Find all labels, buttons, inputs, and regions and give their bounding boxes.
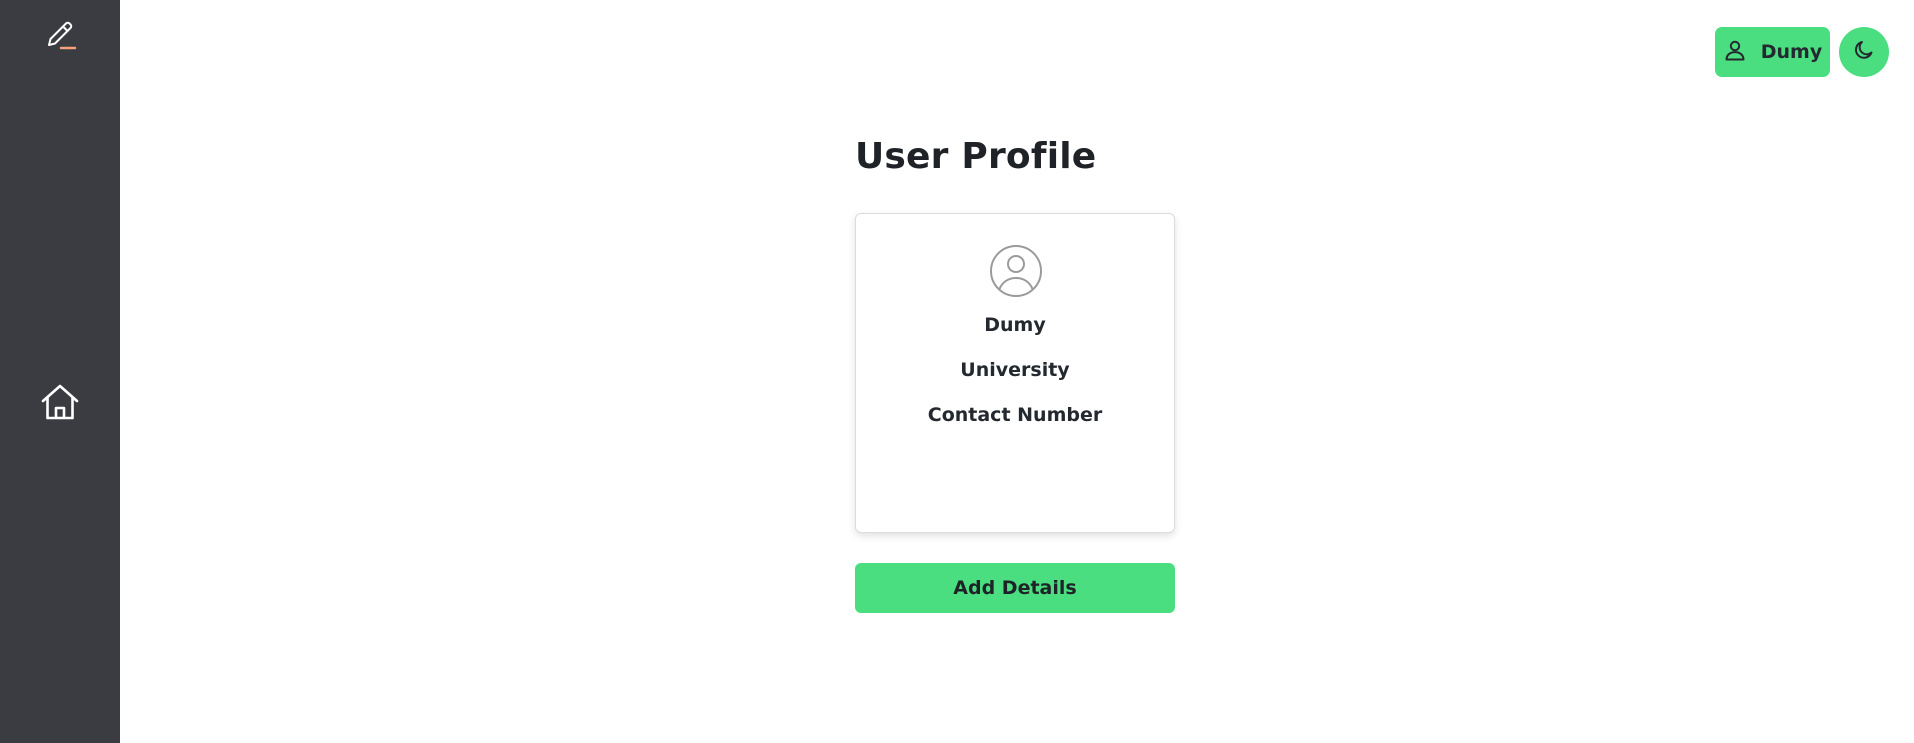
- theme-toggle-button[interactable]: [1839, 27, 1889, 77]
- home-icon: [39, 382, 81, 426]
- moon-icon: [1852, 38, 1876, 66]
- sidebar: [0, 0, 120, 743]
- user-menu-button[interactable]: Dumy: [1715, 27, 1830, 77]
- add-details-button[interactable]: Add Details: [855, 563, 1175, 613]
- user-menu-label: Dumy: [1760, 41, 1823, 63]
- sidebar-item-home[interactable]: [38, 382, 82, 426]
- profile-university: University: [960, 359, 1070, 381]
- user-circle-icon: [989, 244, 1043, 298]
- user-icon: [1723, 38, 1747, 67]
- page-title: User Profile: [855, 136, 1097, 177]
- profile-card: Dumy University Contact Number: [855, 213, 1175, 533]
- profile-name: Dumy: [984, 314, 1046, 336]
- pen-icon[interactable]: [40, 16, 80, 56]
- profile-contact-number: Contact Number: [927, 404, 1103, 426]
